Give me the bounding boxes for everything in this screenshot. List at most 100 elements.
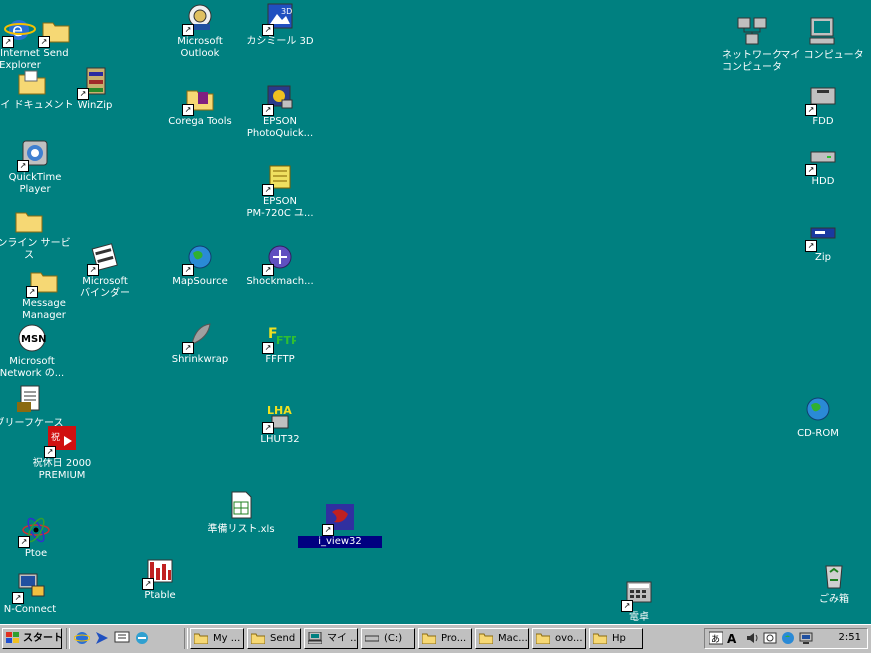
desktop-icon-fdd[interactable]: ↗ FDD	[781, 82, 865, 128]
desktop[interactable]: e ↗ Internet Explorer ↗ Send マイ ドキュメント ↗…	[0, 0, 871, 624]
shortcut-arrow-icon: ↗	[142, 578, 154, 590]
task-button-label: Hp	[612, 633, 626, 644]
ptable-icon: ↗	[142, 556, 176, 590]
start-button[interactable]: スタート	[2, 628, 62, 649]
volume-icon[interactable]	[745, 631, 759, 645]
folder-icon	[13, 204, 45, 236]
task-button-label: (C:)	[384, 633, 403, 644]
network-status-icon[interactable]	[781, 631, 795, 645]
icon-label: Zip	[815, 252, 831, 263]
desktop-icon-lhut32[interactable]: LHA ↗ LHUT32	[238, 400, 322, 446]
folder-icon: ↗	[26, 264, 60, 298]
hard-drive-icon	[365, 635, 379, 642]
folder-icon	[16, 66, 48, 98]
desktop-icon-shrinkwrap[interactable]: ↗ Shrinkwrap	[158, 320, 242, 366]
desktop-icon-ptoe[interactable]: ↗ Ptoe	[0, 514, 78, 560]
task-button-hp[interactable]: Hp	[589, 628, 643, 649]
ffftp-icon: F FTP ↗	[262, 320, 299, 354]
globe-icon: ↗	[182, 242, 216, 276]
shortcut-arrow-icon: ↗	[44, 446, 56, 458]
calculator-icon: ↗	[621, 578, 655, 612]
icon-label: QuickTime Player	[8, 172, 62, 195]
shortcut-arrow-icon: ↗	[262, 184, 274, 196]
task-button-program[interactable]: Pro...	[418, 628, 472, 649]
shortcut-arrow-icon: ↗	[262, 264, 274, 276]
shortcut-arrow-icon: ↗	[17, 160, 29, 172]
desktop-icon-n-connect[interactable]: ↗ N-Connect	[0, 570, 72, 616]
desktop-icon-hdd[interactable]: ↗ HDD	[781, 142, 865, 188]
icon-label: HDD	[811, 176, 835, 187]
shortcut-arrow-icon: ↗	[621, 600, 633, 612]
desktop-icon-epson-pm720c[interactable]: ↗ EPSON PM-720C ユ...	[238, 162, 322, 220]
shortcut-arrow-icon: ↗	[87, 264, 99, 276]
icon-label: Corega Tools	[168, 116, 232, 127]
desktop-icon-shockmachine[interactable]: ↗ Shockmach...	[238, 242, 322, 288]
desktop-icon-outlook[interactable]: ↗ Microsoft Outlook	[158, 2, 242, 60]
desktop-icon-recycle-bin[interactable]: ごみ箱	[792, 560, 871, 606]
taskbar: スタート My ... Send マイ ... (C:) Pro... Mac.…	[0, 624, 871, 653]
shortcut-arrow-icon: ↗	[805, 104, 817, 116]
icon-label: 電卓	[629, 612, 649, 623]
icon-label: Message Manager	[22, 298, 66, 321]
icon-label: カシミール 3D	[246, 36, 314, 47]
icon-label: Microsoft Network の...	[0, 356, 65, 379]
desktop-icon-send[interactable]: ↗ Send	[14, 14, 98, 60]
desktop-icon-zip[interactable]: ↗ Zip	[781, 218, 865, 264]
computer-icon	[806, 16, 838, 48]
computer-icon	[308, 632, 322, 644]
clock[interactable]: 2:51	[839, 632, 861, 643]
desktop-icon-microsoft-binder[interactable]: ↗ Microsoft バインダー	[63, 242, 147, 300]
task-button-label: マイ ...	[327, 633, 358, 644]
desktop-icon-my-computer[interactable]: マイ コンピュータ	[780, 16, 864, 62]
shortcut-arrow-icon: ↗	[38, 36, 50, 48]
desktop-icon-iview32[interactable]: ↗ i_view32	[298, 502, 382, 548]
desktop-icon-kasimir-3d[interactable]: 3D ↗ カシミール 3D	[238, 2, 322, 48]
excel-file-icon	[225, 490, 257, 522]
desktop-icon[interactable]	[114, 630, 130, 646]
shortcut-arrow-icon: ↗	[805, 240, 817, 252]
desktop-icon-ffftp[interactable]: F FTP ↗ FFFTP	[238, 320, 322, 366]
task-button-label: Send	[270, 633, 296, 644]
desktop-icon-quicktime[interactable]: ↗ QuickTime Player	[0, 138, 77, 196]
svg-text:FTP: FTP	[276, 334, 296, 347]
channel-icon[interactable]	[134, 630, 150, 646]
epson-printer-icon: ↗	[262, 162, 296, 196]
display-icon[interactable]	[799, 631, 813, 645]
shortcut-arrow-icon: ↗	[805, 164, 817, 176]
outlook-express-icon[interactable]	[94, 630, 110, 646]
desktop-icon-dentaku[interactable]: ↗ 電卓	[597, 578, 681, 624]
recycle-bin-icon	[818, 560, 850, 592]
task-button-my-documents[interactable]: My ...	[190, 628, 244, 649]
icon-label: FFFTP	[265, 354, 295, 365]
icon-label: オンライン サービス	[0, 238, 71, 261]
task-button-my-computer[interactable]: マイ ...	[304, 628, 358, 649]
corega-icon: ↗	[182, 82, 216, 116]
desktop-icon-online-services[interactable]: オンライン サービス	[0, 204, 71, 262]
desktop-icon-winzip[interactable]: ↗ WinZip	[53, 66, 137, 112]
shortcut-arrow-icon: ↗	[18, 536, 30, 548]
ie-icon[interactable]	[74, 630, 90, 646]
desktop-icon-msn[interactable]: MSN Microsoft Network の...	[0, 322, 74, 380]
desktop-icon-kyujitsu-2000[interactable]: 祝 ↗ 祝休日 2000 PREMIUM	[20, 424, 104, 482]
desktop-icon-cdrom[interactable]: CD-ROM	[776, 394, 860, 440]
system-tray: あ A 2:51	[704, 628, 868, 649]
ime-icon[interactable]: あ	[709, 631, 723, 645]
task-button-ovo[interactable]: ovo...	[532, 628, 586, 649]
desktop-icon-corega-tools[interactable]: ↗ Corega Tools	[158, 82, 242, 128]
desktop-icon-ptable[interactable]: ↗ Ptable	[118, 556, 202, 602]
task-button-mac[interactable]: Mac...	[475, 628, 529, 649]
start-label: スタート	[23, 633, 62, 644]
task-button-send[interactable]: Send	[247, 628, 301, 649]
taskbar-separator	[66, 628, 70, 649]
task-scheduler-icon[interactable]	[763, 631, 777, 645]
folder-icon	[422, 633, 436, 644]
accessibility-icon[interactable]: A	[727, 631, 741, 645]
icon-label: マイ コンピュータ	[780, 50, 864, 61]
desktop-icon-epson-photoquicker[interactable]: ↗ EPSON PhotoQuick...	[238, 82, 322, 140]
icon-label: MapSource	[172, 276, 228, 287]
task-button-c-drive[interactable]: (C:)	[361, 628, 415, 649]
desktop-icon-mapsource[interactable]: ↗ MapSource	[158, 242, 242, 288]
shockmachine-icon: ↗	[262, 242, 296, 276]
icon-label: Microsoft Outlook	[177, 36, 223, 59]
desktop-icon-junbi-list[interactable]: 準備リスト.xls	[199, 490, 283, 536]
